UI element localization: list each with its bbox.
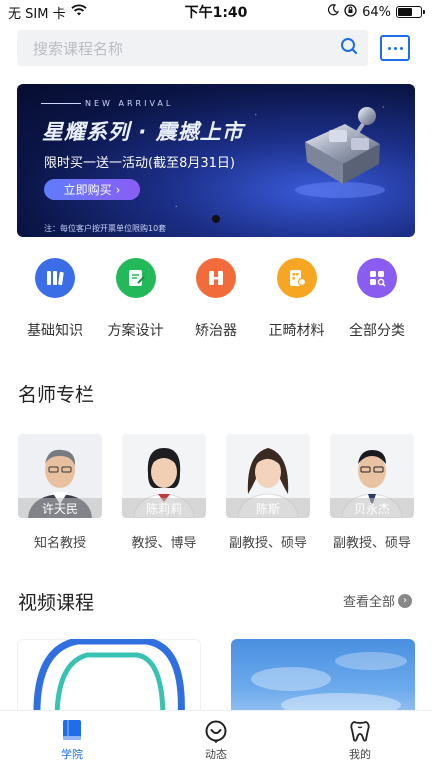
book-icon (63, 720, 81, 740)
videos-section-title: 视频课程 (18, 592, 95, 614)
banner-subtitle: NEW ARRIVAL (85, 99, 174, 108)
buy-now-button[interactable]: 立即购买 › (44, 179, 140, 200)
category-grid: 基础知识 方案设计 矫治器 正畸材料 全部分类 (17, 258, 415, 340)
bottom-tab-bar: 学院 动态 我的 (0, 710, 432, 768)
buy-now-label: 立即购买 (63, 183, 112, 197)
category-label: 基础知识 (27, 323, 83, 339)
category-icon-bg (35, 258, 75, 298)
search-placeholder: 搜索课程名称 (33, 39, 124, 58)
search-icon[interactable] (340, 37, 358, 59)
battery-icon (396, 6, 425, 18)
message-dot (399, 46, 403, 50)
materials-icon (289, 270, 306, 287)
search-row: 搜索课程名称 (17, 30, 415, 66)
books-icon (47, 271, 64, 286)
tab-updates[interactable]: 动态 (176, 719, 256, 762)
bracket-icon (209, 271, 223, 285)
video-card[interactable] (17, 639, 201, 719)
app-screen: 无 SIM 卡 下午1:40 64% 搜索课程名称 NEW ARRIVAL 星耀… (0, 0, 432, 768)
battery-percent: 64% (362, 4, 391, 20)
message-button[interactable] (380, 35, 410, 61)
teacher-photo: 陈斯 (226, 434, 310, 518)
category-label: 方案设计 (107, 323, 164, 339)
category-icon-bg (357, 258, 397, 298)
category-basic-knowledge[interactable]: 基础知识 (17, 258, 93, 340)
teachers-section-title: 名师专栏 (18, 384, 95, 406)
teacher-card[interactable]: 许天民 知名教授 (17, 434, 103, 551)
see-all-link[interactable]: 查看全部 › (343, 591, 412, 610)
teacher-photo: 陈莉莉 (122, 434, 206, 518)
category-materials[interactable]: 正畸材料 (259, 258, 335, 340)
category-all[interactable]: 全部分类 (339, 258, 415, 340)
status-right: 64% (327, 3, 425, 21)
carrier-label: 无 SIM 卡 (8, 6, 66, 22)
teacher-title: 副教授、硕导 (332, 536, 411, 551)
search-input[interactable]: 搜索课程名称 (17, 30, 368, 66)
see-all-label: 查看全部 (342, 595, 395, 610)
smile-icon (205, 720, 227, 743)
moon-icon (327, 4, 340, 20)
banner-title: 星耀系列 · 震撼上市 (42, 120, 244, 144)
teacher-list: 许天民 知名教授 陈莉莉 教授、博导 陈斯 副教授、硕导 贝永杰 副教授、硕导 (17, 434, 415, 551)
category-label: 全部分类 (349, 323, 405, 339)
tab-label: 学院 (61, 748, 83, 761)
tab-label: 我的 (349, 748, 371, 761)
teacher-photo: 贝永杰 (330, 434, 414, 518)
chevron-right-icon: › (115, 182, 121, 197)
tooth-icon (350, 721, 370, 742)
promo-banner[interactable]: NEW ARRIVAL 星耀系列 · 震撼上市 限时买一送一活动(截至8月31日… (17, 84, 415, 237)
status-left: 无 SIM 卡 (8, 3, 87, 22)
bracket-product-image (295, 107, 385, 198)
grid-icon (370, 271, 386, 287)
banner-divider (41, 103, 81, 104)
carousel-indicator[interactable] (212, 215, 220, 223)
category-plan-design[interactable]: 方案设计 (98, 258, 174, 340)
teacher-card[interactable]: 贝永杰 副教授、硕导 (329, 434, 415, 551)
document-edit-icon (128, 270, 145, 286)
banner-promo-text: 限时买一送一活动(截至8月31日) (44, 156, 235, 171)
category-label: 矫治器 (195, 323, 237, 339)
tab-academy[interactable]: 学院 (32, 719, 112, 762)
category-icon-bg (276, 258, 317, 298)
banner-note: 注：每位客户按开票单位限购10套 (44, 224, 167, 233)
video-card[interactable] (231, 639, 415, 719)
teacher-card[interactable]: 陈莉莉 教授、博导 (121, 434, 207, 551)
teacher-name: 贝永杰 (330, 498, 414, 518)
category-appliance[interactable]: 矫治器 (178, 258, 254, 340)
battery-level (398, 8, 413, 16)
teacher-name: 许天民 (18, 498, 102, 518)
tab-me[interactable]: 我的 (320, 719, 400, 762)
tab-label: 动态 (205, 748, 227, 761)
teacher-photo: 许天民 (18, 434, 102, 518)
category-icon-bg (115, 258, 156, 298)
category-icon-bg (196, 258, 236, 298)
chevron-right-icon: › (398, 593, 412, 608)
teacher-card[interactable]: 陈斯 副教授、硕导 (225, 434, 311, 551)
teacher-title: 副教授、硕导 (228, 536, 307, 551)
message-dot (393, 46, 397, 50)
teacher-name: 陈斯 (226, 498, 310, 518)
wifi-icon (70, 4, 87, 20)
category-label: 正畸材料 (268, 323, 325, 339)
status-bar: 无 SIM 卡 下午1:40 64% (0, 0, 432, 24)
teacher-title: 教授、博导 (131, 536, 197, 551)
teacher-name: 陈莉莉 (122, 498, 206, 518)
orientation-lock-icon (344, 3, 357, 21)
video-thumbnail (33, 639, 185, 719)
video-thumbnail (251, 652, 407, 717)
video-list (17, 639, 415, 719)
teacher-title: 知名教授 (33, 536, 86, 551)
message-dot (387, 46, 391, 50)
